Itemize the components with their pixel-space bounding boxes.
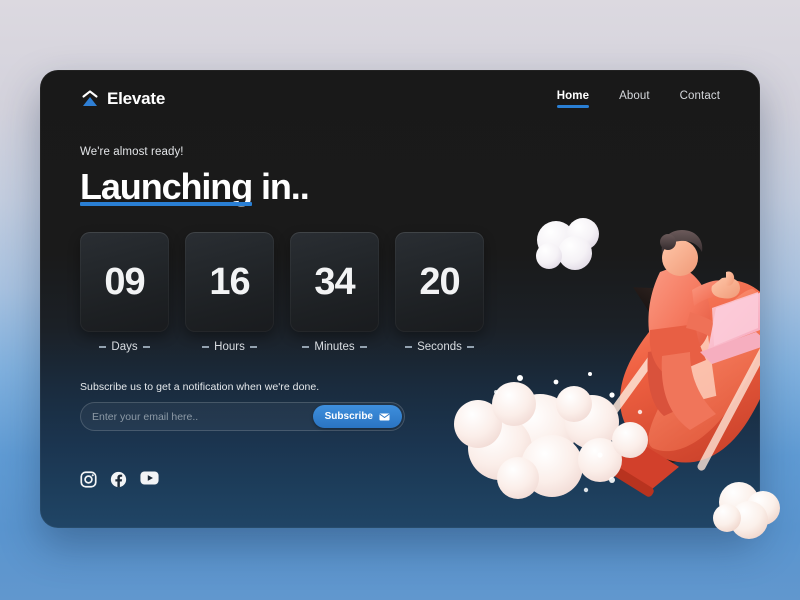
envelope-icon [379,413,390,421]
mountain-chevron-icon [80,89,100,109]
hero-eyebrow: We're almost ready! [80,146,184,158]
page-title: Launching in.. [80,166,484,207]
dash-left [302,346,310,348]
dash-left [202,346,210,348]
nav-link-home[interactable]: Home [556,90,590,108]
hero-card: Elevate Home About Contact We're almost … [40,70,760,528]
countdown-box: 09 [80,232,169,332]
countdown-label-row: Seconds [395,341,484,353]
subscribe-button[interactable]: Subscribe [312,405,402,428]
countdown-unit-minutes: 34 Minutes [290,232,379,353]
laptop [700,292,760,364]
email-field[interactable] [80,402,313,431]
dash-right [466,346,474,348]
subscribe-form: Subscribe [80,402,405,431]
countdown-label-row: Days [80,341,169,353]
nav-link-contact[interactable]: Contact [680,90,720,108]
countdown-label-row: Minutes [290,341,379,353]
countdown-value: 20 [419,261,460,303]
headline-rest: in.. [252,166,310,207]
brand-logo[interactable]: Elevate [80,89,165,109]
countdown-label: Minutes [314,341,355,353]
countdown-box: 16 [185,232,274,332]
nav-label: Home [556,90,590,102]
nav-active-underline [556,105,590,108]
particle-dots [494,372,643,493]
countdown-unit-seconds: 20 Seconds [395,232,484,353]
cloud-small-upper [536,218,599,270]
dash-right [359,346,367,348]
instagram-icon[interactable] [80,471,97,488]
countdown-value: 16 [209,261,250,303]
facebook-icon[interactable] [110,471,127,488]
countdown-label: Seconds [417,341,462,353]
countdown-label-row: Hours [185,341,274,353]
countdown-box: 20 [395,232,484,332]
brand-name: Elevate [107,89,166,108]
site-header: Elevate Home About Contact [40,70,760,128]
subscribe-note: Subscribe us to get a notification when … [80,381,320,393]
countdown-value: 09 [104,261,145,303]
countdown-unit-hours: 16 Hours [185,232,274,353]
countdown-timer: 09 Days 16 Hours 34 Minutes 20 Seconds [80,232,484,353]
countdown-label: Hours [214,341,245,353]
dash-left [405,346,413,348]
nav-link-about[interactable]: About [619,90,650,108]
youtube-icon[interactable] [140,471,159,488]
subscribe-button-label: Subscribe [324,411,373,422]
dash-right [142,346,150,348]
cloud-bottom-right [713,482,780,539]
countdown-unit-days: 09 Days [80,232,169,353]
social-links [80,471,484,488]
countdown-box: 34 [290,232,379,332]
headline-accent-word: Launching [80,166,253,207]
astronaut-rider [647,230,740,430]
hero-content: We're almost ready! Launching in.. 09 Da… [80,146,484,488]
countdown-label: Days [111,341,138,353]
dash-left [99,346,107,348]
countdown-value: 34 [314,261,355,303]
dash-right [249,346,257,348]
main-nav: Home About Contact [556,90,720,108]
